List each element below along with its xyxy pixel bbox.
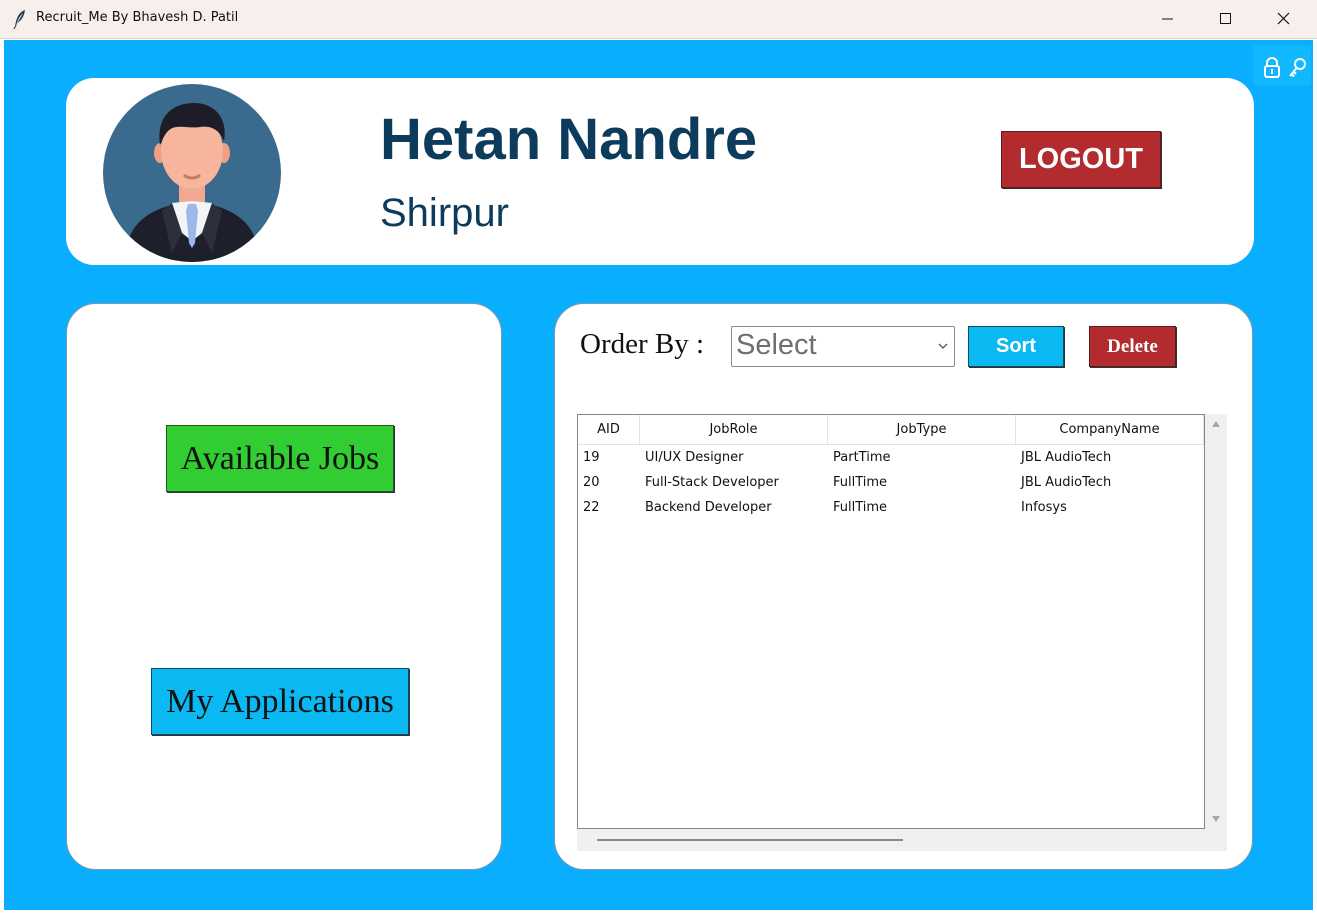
table-body: 19 UI/UX Designer PartTime JBL AudioTech…: [578, 445, 1204, 520]
cell-aid: 22: [583, 500, 600, 515]
navigation-card: Available Jobs My Applications: [66, 303, 502, 870]
order-by-select[interactable]: Select: [731, 326, 955, 367]
maximize-icon: [1220, 13, 1231, 24]
available-jobs-button[interactable]: Available Jobs: [166, 425, 394, 492]
scroll-up-arrow-icon[interactable]: [1211, 420, 1221, 428]
horizontal-scrollbar-thumb[interactable]: [597, 839, 903, 841]
minimize-icon: [1162, 18, 1173, 20]
maximize-button[interactable]: [1197, 0, 1255, 38]
scroll-down-arrow-icon[interactable]: [1211, 815, 1221, 823]
minimize-button[interactable]: [1139, 0, 1197, 38]
cell-companyname: Infosys: [1021, 500, 1067, 515]
app-body: Hetan Nandre Shirpur LOGOUT Available Jo…: [4, 40, 1313, 910]
cell-jobrole: Full-Stack Developer: [645, 475, 779, 490]
table-row[interactable]: 22 Backend Developer FullTime Infosys: [578, 495, 1204, 520]
user-avatar-icon: [103, 84, 281, 262]
delete-button[interactable]: Delete: [1089, 326, 1176, 367]
close-button[interactable]: [1255, 0, 1313, 38]
close-icon: [1277, 12, 1290, 25]
order-by-label: Order By :: [580, 328, 705, 360]
vertical-scrollbar[interactable]: [1205, 414, 1227, 829]
cell-jobtype: FullTime: [833, 500, 888, 515]
column-header-companyname[interactable]: CompanyName: [1016, 415, 1204, 445]
cell-aid: 20: [583, 475, 600, 490]
window-title: Recruit_Me By Bhavesh D. Patil: [36, 10, 239, 25]
profile-header-card: Hetan Nandre Shirpur LOGOUT: [66, 78, 1254, 265]
app-window: Recruit_Me By Bhavesh D. Patil Hetan Nan…: [0, 0, 1317, 914]
sort-button[interactable]: Sort: [968, 326, 1064, 367]
cell-jobtype: FullTime: [833, 475, 888, 490]
chevron-down-icon: [938, 343, 948, 349]
vertical-scrollbar-thumb[interactable]: [1205, 436, 1227, 520]
feather-icon: [13, 10, 25, 29]
applications-card: Order By : Select Sort Delete AID JobRol…: [554, 303, 1253, 870]
logout-button[interactable]: LOGOUT: [1001, 131, 1161, 188]
column-header-jobrole[interactable]: JobRole: [640, 415, 828, 445]
table-header: AID JobRole JobType CompanyName: [578, 415, 1204, 445]
my-applications-button[interactable]: My Applications: [151, 668, 409, 735]
horizontal-scrollbar[interactable]: [577, 829, 1227, 851]
applications-table[interactable]: AID JobRole JobType CompanyName 19 UI/UX…: [577, 414, 1205, 829]
lock-icon[interactable]: [1263, 57, 1281, 79]
column-header-jobtype[interactable]: JobType: [828, 415, 1016, 445]
user-name: Hetan Nandre: [380, 107, 758, 172]
cell-jobrole: UI/UX Designer: [645, 450, 744, 465]
cell-jobrole: Backend Developer: [645, 500, 772, 515]
user-city: Shirpur: [380, 191, 509, 235]
key-icon[interactable]: [1287, 57, 1307, 79]
table-row[interactable]: 20 Full-Stack Developer FullTime JBL Aud…: [578, 470, 1204, 495]
table-row[interactable]: 19 UI/UX Designer PartTime JBL AudioTech: [578, 445, 1204, 470]
order-by-select-value: Select: [736, 329, 817, 361]
column-header-aid[interactable]: AID: [578, 415, 640, 445]
system-tray-icons: [1253, 45, 1311, 85]
cell-companyname: JBL AudioTech: [1021, 450, 1112, 465]
cell-jobtype: PartTime: [833, 450, 891, 465]
cell-companyname: JBL AudioTech: [1021, 475, 1112, 490]
title-bar: Recruit_Me By Bhavesh D. Patil: [0, 0, 1317, 39]
cell-aid: 19: [583, 450, 600, 465]
